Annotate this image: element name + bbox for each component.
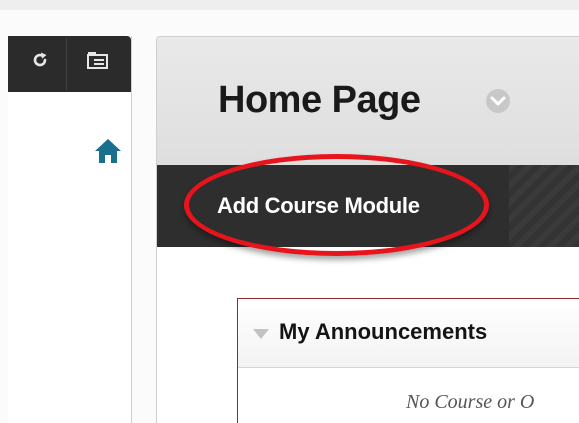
chevron-down-icon [485, 89, 511, 118]
module-title: My Announcements [279, 319, 488, 344]
page-title-menu-button[interactable] [485, 88, 511, 114]
top-strip [0, 0, 579, 10]
page-header: Home Page [157, 37, 579, 165]
announcements-module: My Announcements No Course or O [237, 298, 579, 423]
content-area: Home Page Add Course Module My Announcem… [156, 36, 579, 423]
toolbar-divider [66, 38, 67, 90]
refresh-button[interactable] [28, 50, 52, 74]
page-title: Home Page [218, 79, 421, 121]
folder-view-icon [87, 51, 109, 74]
action-bar: Add Course Module [157, 165, 579, 247]
triangle-down-icon [252, 327, 270, 344]
course-menu-toolbar [8, 36, 131, 92]
module-header: My Announcements [238, 299, 579, 368]
home-icon [94, 139, 122, 168]
home-link[interactable] [94, 138, 122, 164]
action-bar-texture [509, 165, 579, 247]
screenshot-page: Home Page Add Course Module My Announcem… [0, 0, 579, 423]
course-menu-panel [8, 36, 132, 423]
module-empty-message: No Course or O [406, 391, 535, 413]
add-course-module-button[interactable]: Add Course Module [217, 165, 420, 247]
refresh-icon [31, 51, 49, 74]
module-collapse-toggle[interactable] [252, 327, 270, 339]
folder-view-button[interactable] [86, 50, 110, 74]
